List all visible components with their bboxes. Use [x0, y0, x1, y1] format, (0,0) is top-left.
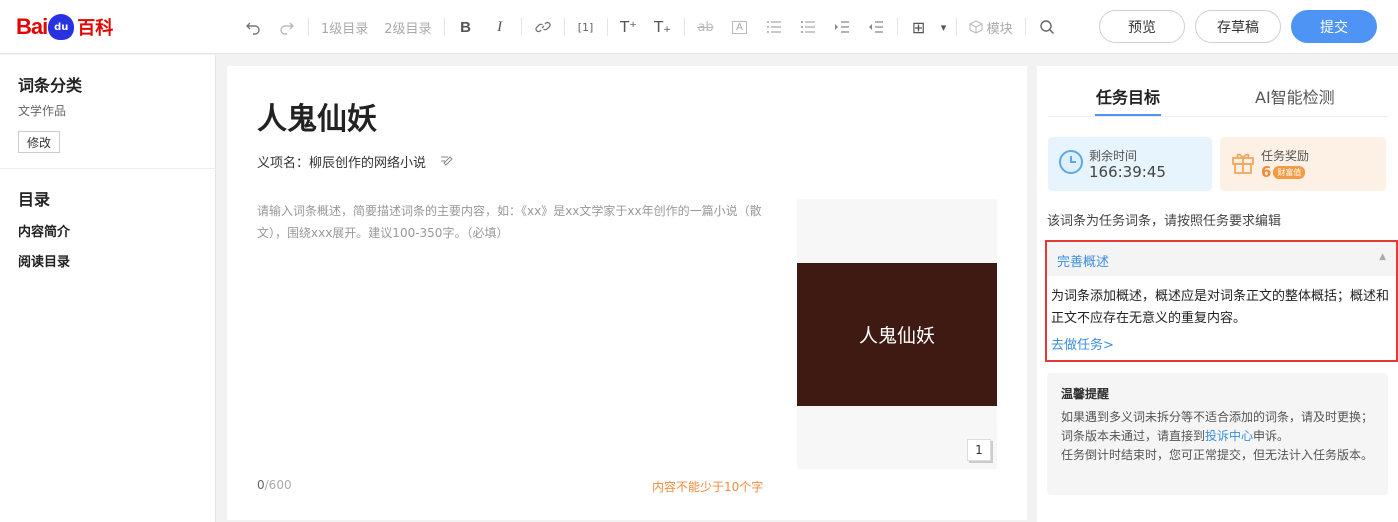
toolbar-divider — [1024, 18, 1026, 36]
time-label: 剩余时间 — [1089, 149, 1138, 163]
tab-task-goal[interactable]: 任务目标 — [1096, 84, 1160, 108]
toolbar-divider — [955, 18, 957, 36]
ordered-list-icon[interactable] — [757, 0, 791, 54]
module-button[interactable]: 模块 — [961, 0, 1021, 54]
toc-item-summary[interactable]: 内容简介 — [18, 221, 70, 240]
undo-icon[interactable] — [236, 0, 270, 54]
tips-text-3: 任务倒计时结束时，您可正常提交，但无法计入任务版本。 — [1061, 448, 1374, 462]
char-count-max: /600 — [264, 478, 292, 492]
task-title: 完善概述 — [1057, 255, 1110, 270]
min-length-warning: 内容不能少于10个字 — [652, 480, 764, 494]
cube-icon — [969, 20, 983, 34]
tips-title: 温馨提醒 — [1061, 387, 1110, 401]
sense-row: 义项名： 柳辰创作的网络小说 — [257, 152, 454, 171]
toolbar-divider — [443, 18, 445, 36]
tab-ai-check[interactable]: AI智能检测 — [1255, 84, 1335, 108]
subscript-button[interactable]: T₊ — [646, 0, 680, 54]
category-title: 词条分类 — [18, 76, 83, 95]
remaining-time-card: 剩余时间 166:39:45 — [1048, 137, 1212, 191]
redo-icon[interactable] — [270, 0, 304, 54]
edit-sense-icon[interactable] — [440, 154, 454, 170]
superscript-button[interactable]: T⁺ — [612, 0, 646, 54]
active-tab-indicator — [1095, 114, 1161, 116]
textbox-icon: A — [732, 20, 747, 34]
unordered-list-icon[interactable] — [791, 0, 825, 54]
tips-box: 温馨提醒 如果遇到多义词未拆分等不适合添加的词条，请及时更换；词条版本未通过，请… — [1047, 373, 1388, 495]
sidebar-divider — [0, 168, 216, 169]
tips-body: 如果遇到多义词未拆分等不适合添加的词条，请及时更换；词条版本未通过，请直接到投诉… — [1061, 408, 1376, 465]
entry-title[interactable]: 人鬼仙妖 — [257, 94, 377, 138]
heading2-button[interactable]: 2级目录 — [376, 0, 439, 54]
clock-icon — [1058, 149, 1084, 181]
bold-button[interactable]: B — [449, 0, 483, 54]
toolbar-divider — [308, 18, 309, 36]
reward-label: 任务奖励 — [1261, 149, 1310, 163]
summary-input[interactable]: 请输入词条概述，简要描述词条的主要内容，如：《xx》是xx文学家于xx年创作的一… — [257, 200, 773, 244]
category-value: 文学作品 — [18, 104, 67, 118]
outdent-icon[interactable] — [859, 0, 893, 54]
search-icon[interactable] — [1030, 0, 1064, 54]
do-task-link[interactable]: 去做任务> — [1051, 334, 1114, 353]
task-header[interactable]: 完善概述 ▲ — [1047, 242, 1396, 276]
insert-dropdown-icon[interactable]: ▾ — [936, 0, 952, 54]
tips-text-2: 申诉。 — [1253, 429, 1290, 443]
save-draft-button[interactable]: 存草稿 — [1195, 10, 1281, 43]
task-description: 为词条添加概述，概述应是对词条正文的整体概括；概述和正文不应存在无意义的重复内容… — [1051, 289, 1390, 326]
heading1-button[interactable]: 1级目录 — [313, 0, 376, 54]
editor-panel: 人鬼仙妖 义项名： 柳辰创作的网络小说 请输入词条概述，简要描述词条的主要内容，… — [227, 66, 1027, 520]
toolbar-divider — [683, 18, 685, 36]
toc-item-reading[interactable]: 阅读目录 — [18, 251, 70, 270]
toc-title: 目录 — [18, 190, 51, 209]
char-count-current: 0 — [257, 478, 265, 492]
baidu-baike-logo[interactable]: Bai du 百科 — [16, 10, 113, 44]
preview-button[interactable]: 预览 — [1099, 10, 1185, 43]
complaint-center-link[interactable]: 投诉中心 — [1205, 429, 1253, 443]
insert-button[interactable]: ⊞ — [902, 0, 936, 54]
reward-card: 任务奖励 6 财富值 — [1220, 137, 1386, 191]
task-hint: 该词条为任务词条，请按照任务要求编辑 — [1047, 214, 1282, 229]
italic-button[interactable]: I — [483, 0, 517, 54]
cover-area[interactable]: 人鬼仙妖 1 — [797, 199, 997, 469]
reward-value: 6 — [1261, 163, 1272, 181]
sense-label: 义项名： — [257, 156, 310, 171]
top-toolbar: Bai du 百科 1级目录 2级目录 B I [1] T⁺ T₊ ab A ⊞… — [0, 0, 1398, 54]
char-counter: 0/600 — [257, 478, 292, 492]
toolbar-divider — [606, 18, 608, 36]
cover-image[interactable]: 人鬼仙妖 — [797, 263, 997, 406]
cover-title: 人鬼仙妖 — [858, 325, 935, 347]
toolbar-divider — [563, 18, 565, 36]
logo-baike: 百科 — [77, 18, 114, 39]
link-icon[interactable] — [526, 0, 560, 54]
logo-bai: Bai — [16, 14, 48, 39]
textbox-button[interactable]: A — [723, 0, 757, 54]
gift-icon — [1230, 149, 1256, 181]
task-box: 完善概述 ▲ 为词条添加概述，概述应是对词条正文的整体概括；概述和正文不应存在无… — [1045, 240, 1398, 362]
reference-button[interactable]: [1] — [569, 0, 603, 54]
logo-paw-icon: du — [48, 14, 75, 40]
module-label: 模块 — [986, 21, 1013, 37]
modify-category-button[interactable]: 修改 — [18, 131, 60, 153]
reward-tag: 财富值 — [1273, 165, 1306, 179]
toolbar-divider — [520, 18, 522, 36]
reward-value-row: 6 财富值 — [1261, 163, 1306, 181]
time-value: 166:39:45 — [1089, 163, 1166, 181]
cover-count-badge: 1 — [967, 439, 991, 461]
tabs-divider — [1047, 116, 1388, 117]
strikethrough-button[interactable]: ab — [689, 0, 723, 54]
task-panel: 任务目标 AI智能检测 剩余时间 166:39:45 任务奖励 6 财富值 该词… — [1037, 66, 1398, 522]
collapse-icon[interactable]: ▲ — [1379, 252, 1386, 262]
format-tools: 1级目录 2级目录 B I [1] T⁺ T₊ ab A ⊞ ▾ 模块 — [236, 0, 1064, 54]
submit-button[interactable]: 提交 — [1291, 10, 1377, 43]
sense-value: 柳辰创作的网络小说 — [309, 156, 427, 171]
indent-icon[interactable] — [825, 0, 859, 54]
left-sidebar: 词条分类 文学作品 修改 目录 内容简介 阅读目录 — [0, 55, 216, 522]
toolbar-divider — [896, 18, 898, 36]
